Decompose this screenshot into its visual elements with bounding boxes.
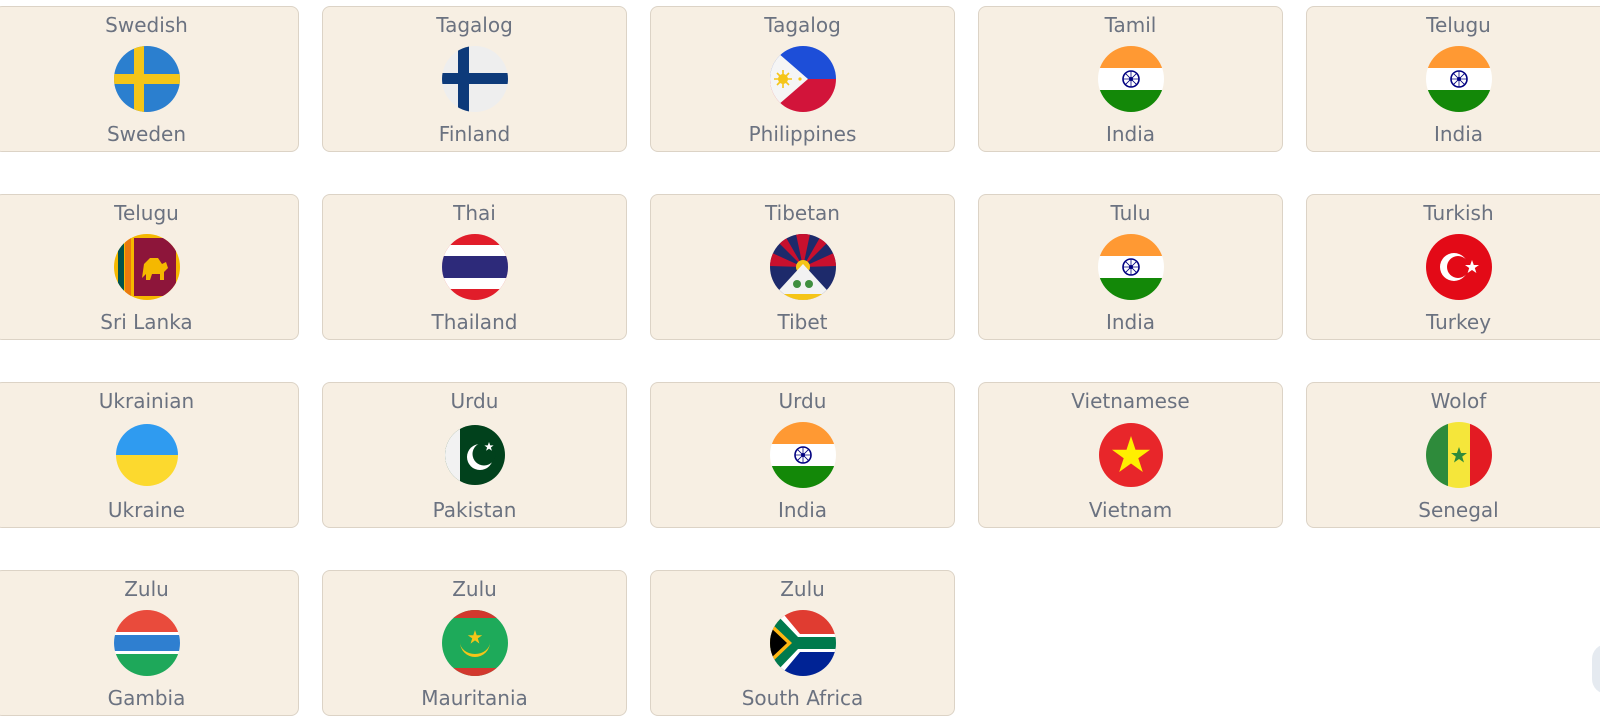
pakistan-flag-icon (442, 422, 508, 488)
country-label: Gambia (107, 686, 186, 710)
senegal-flag-icon (1425, 422, 1492, 488)
language-label: Ukrainian (98, 389, 195, 413)
language-card-grid: Swedish Sweden Tagalog Finland Tagalog P… (0, 0, 1600, 728)
language-label: Swedish (105, 13, 188, 37)
india-flag-icon (1097, 46, 1164, 112)
language-label: Zulu (452, 577, 497, 601)
country-label: Thailand (431, 310, 518, 334)
country-label: Tibet (777, 310, 828, 334)
language-card[interactable]: Swedish Sweden (0, 6, 299, 152)
philippines-flag-icon (769, 46, 836, 112)
language-card[interactable]: Telugu Sri Lanka (0, 194, 299, 340)
country-label: Mauritania (421, 686, 528, 710)
mauritania-flag-icon (441, 610, 508, 676)
language-label: Telugu (1426, 13, 1491, 37)
country-label: Ukraine (107, 498, 186, 522)
language-label: Turkish (1423, 201, 1494, 225)
language-card[interactable]: Zulu Gambia (0, 570, 299, 716)
country-label: South Africa (741, 686, 864, 710)
language-label: Tamil (1104, 13, 1157, 37)
language-card[interactable]: Zulu Mauritania (322, 570, 627, 716)
floating-chat-button[interactable] (1592, 644, 1600, 694)
country-label: Pakistan (432, 498, 517, 522)
tibet-flag-icon (769, 234, 836, 300)
language-label: Wolof (1430, 389, 1487, 413)
turkey-flag-icon (1425, 234, 1492, 300)
language-card[interactable]: Vietnamese Vietnam (978, 382, 1283, 528)
country-label: Finland (438, 122, 511, 146)
gambia-flag-icon (113, 610, 180, 676)
ukraine-flag-icon (114, 422, 180, 488)
country-label: India (777, 498, 828, 522)
country-label: India (1105, 122, 1156, 146)
language-label: Tagalog (436, 13, 513, 37)
language-card[interactable]: Urdu Pakistan (322, 382, 627, 528)
country-label: Philippines (748, 122, 857, 146)
vietnam-flag-icon (1098, 422, 1164, 488)
language-card[interactable]: Urdu India (650, 382, 955, 528)
country-label: Sri Lanka (100, 310, 193, 334)
language-label: Vietnamese (1071, 389, 1190, 413)
language-card[interactable]: Tagalog Philippines (650, 6, 955, 152)
language-label: Tagalog (764, 13, 841, 37)
language-card[interactable]: Wolof Senegal (1306, 382, 1600, 528)
language-card[interactable]: Tamil India (978, 6, 1283, 152)
language-card[interactable]: Thai Thailand (322, 194, 627, 340)
language-label: Zulu (780, 577, 825, 601)
country-label: Sweden (106, 122, 187, 146)
country-label: Turkey (1425, 310, 1492, 334)
language-label: Tibetan (765, 201, 840, 225)
country-label: Vietnam (1088, 498, 1173, 522)
thailand-flag-icon (441, 234, 508, 300)
language-label: Urdu (778, 389, 827, 413)
language-card[interactable]: Zulu South Africa (650, 570, 955, 716)
language-card[interactable]: Tagalog Finland (322, 6, 627, 152)
india-flag-icon (1425, 46, 1492, 112)
language-card[interactable]: Tibetan Tibet (650, 194, 955, 340)
language-label: Telugu (114, 201, 179, 225)
language-card[interactable]: Ukrainian Ukraine (0, 382, 299, 528)
country-label: Senegal (1418, 498, 1499, 522)
language-card[interactable]: Telugu India (1306, 6, 1600, 152)
language-label: Zulu (124, 577, 169, 601)
south-africa-flag-icon (769, 610, 836, 676)
sri-lanka-flag-icon (113, 234, 180, 300)
language-label: Thai (453, 201, 496, 225)
india-flag-icon (1097, 234, 1164, 300)
india-flag-icon (769, 422, 836, 488)
finland-flag-icon (441, 46, 508, 112)
country-label: India (1105, 310, 1156, 334)
language-card[interactable]: Tulu India (978, 194, 1283, 340)
country-label: India (1433, 122, 1484, 146)
language-label: Tulu (1110, 201, 1151, 225)
sweden-flag-icon (113, 46, 180, 112)
language-label: Urdu (450, 389, 499, 413)
language-card[interactable]: Turkish Turkey (1306, 194, 1600, 340)
